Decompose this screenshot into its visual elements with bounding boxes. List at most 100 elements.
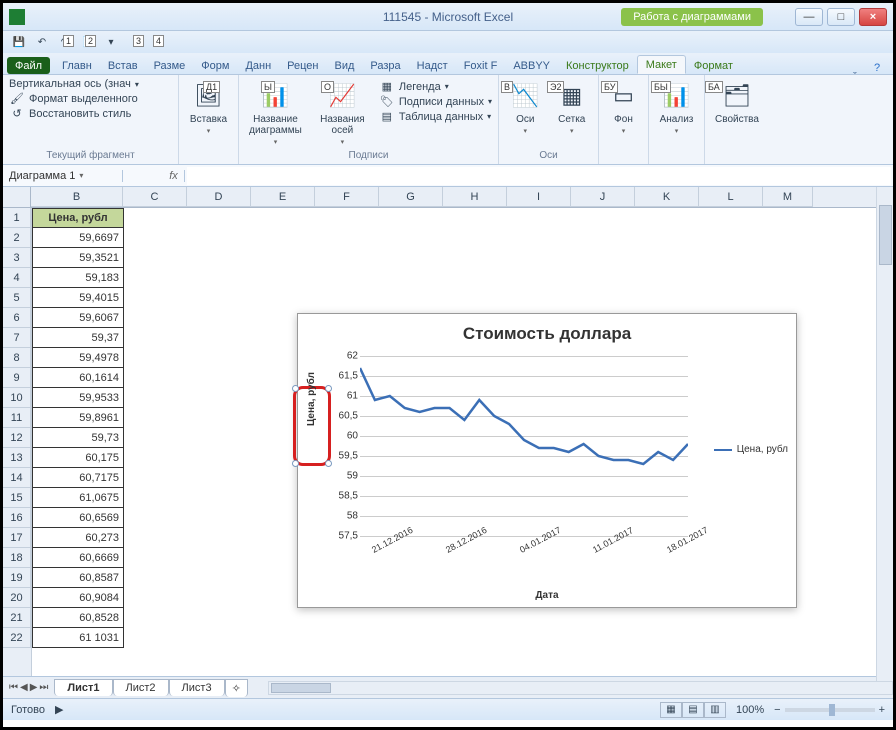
tab-file[interactable]: Файл	[7, 57, 50, 74]
cell[interactable]: 59,3521	[32, 248, 124, 268]
tab-layout[interactable]: Макет	[637, 55, 686, 74]
undo-icon[interactable]: ↶	[32, 33, 52, 51]
new-sheet-button[interactable]: ✧	[225, 679, 248, 697]
column-header[interactable]: E	[251, 187, 315, 207]
zoom-in[interactable]: +	[879, 704, 885, 716]
cell-header[interactable]: Цена, рубл	[32, 208, 124, 228]
horizontal-scrollbar[interactable]	[268, 681, 893, 695]
row-header[interactable]: 20	[3, 588, 31, 608]
row-header[interactable]: 7	[3, 328, 31, 348]
cell[interactable]: 59,183	[32, 268, 124, 288]
tab-abbyy[interactable]: ABBYY	[505, 57, 558, 74]
cell[interactable]: 59,37	[32, 328, 124, 348]
tab-format[interactable]: Формат	[686, 57, 741, 74]
select-all-corner[interactable]	[3, 187, 31, 207]
qat-item[interactable]: ▾	[101, 33, 121, 51]
tab-data[interactable]: Данн	[237, 57, 279, 74]
analysis-button[interactable]: 📊Анализ▾	[655, 78, 698, 135]
row-header[interactable]: 22	[3, 628, 31, 648]
data-table-button[interactable]: ▤Таблица данных ▾	[379, 110, 492, 123]
name-box[interactable]: Диаграмма 1▾	[3, 170, 123, 182]
row-header[interactable]: 6	[3, 308, 31, 328]
column-header[interactable]: I	[507, 187, 571, 207]
macro-record-icon[interactable]: ▶	[55, 703, 63, 716]
tab-formulas[interactable]: Форм	[193, 57, 237, 74]
cell[interactable]: 59,73	[32, 428, 124, 448]
cell[interactable]: 59,6697	[32, 228, 124, 248]
x-axis-label[interactable]: Дата	[298, 590, 796, 601]
column-header[interactable]: M	[763, 187, 813, 207]
tab-home[interactable]: Главн	[54, 57, 100, 74]
cell[interactable]: 60,1614	[32, 368, 124, 388]
zoom-level[interactable]: 100%	[736, 704, 764, 716]
format-selection[interactable]: 🖌Формат выделенного	[9, 92, 139, 105]
sheet-tab[interactable]: Лист3	[169, 679, 225, 696]
data-labels-button[interactable]: 🏷Подписи данных ▾	[379, 95, 492, 108]
qat-item[interactable]: 📄	[78, 33, 98, 51]
minimize-ribbon-icon[interactable]: ˬ	[847, 62, 863, 74]
cell[interactable]: 59,4978	[32, 348, 124, 368]
sheet-nav-last[interactable]: ⏭	[39, 682, 48, 693]
view-normal[interactable]: ▦	[660, 702, 682, 718]
column-header[interactable]: F	[315, 187, 379, 207]
cell[interactable]: 60,9084	[32, 588, 124, 608]
cell[interactable]: 60,175	[32, 448, 124, 468]
row-header[interactable]: 8	[3, 348, 31, 368]
view-pagebreak[interactable]: ▥	[704, 702, 726, 718]
row-header[interactable]: 17	[3, 528, 31, 548]
selection-dropdown[interactable]: Вертикальная ось (знач ▾	[9, 78, 139, 90]
column-header[interactable]: H	[443, 187, 507, 207]
column-header[interactable]: J	[571, 187, 635, 207]
axes-button[interactable]: 📉Оси▾	[505, 78, 546, 135]
row-header[interactable]: 4	[3, 268, 31, 288]
column-header[interactable]: K	[635, 187, 699, 207]
embedded-chart[interactable]: Стоимость доллара Цена, рубл Дата Цена, …	[297, 313, 797, 608]
cell[interactable]: 61,0675	[32, 488, 124, 508]
maximize-button[interactable]: □	[827, 8, 855, 26]
vertical-scrollbar[interactable]	[876, 187, 893, 681]
redo-icon[interactable]: ↷	[55, 33, 75, 51]
chart-title-button[interactable]: 📊 Название диаграммы▾	[245, 78, 306, 146]
chart-legend[interactable]: Цена, рубл	[714, 444, 788, 455]
column-header[interactable]: C	[123, 187, 187, 207]
row-header[interactable]: 13	[3, 448, 31, 468]
tab-view[interactable]: Вид	[327, 57, 363, 74]
cell[interactable]: 60,6569	[32, 508, 124, 528]
row-header[interactable]: 10	[3, 388, 31, 408]
tab-design[interactable]: Конструктор	[558, 57, 637, 74]
sheet-nav-prev[interactable]: ◀	[20, 682, 28, 693]
legend-button[interactable]: ▦Легенда ▾	[379, 80, 492, 93]
row-header[interactable]: 5	[3, 288, 31, 308]
grid[interactable]: 12345678910111213141516171819202122 Стои…	[3, 208, 893, 676]
cell[interactable]: 60,8587	[32, 568, 124, 588]
sheet-tab[interactable]: Лист2	[113, 679, 169, 696]
row-header[interactable]: 19	[3, 568, 31, 588]
chart-title[interactable]: Стоимость доллара	[298, 324, 796, 344]
tab-pagelayout[interactable]: Разме	[146, 57, 194, 74]
insert-button[interactable]: 🖼 Вставка▾	[185, 78, 232, 135]
tab-developer[interactable]: Разра	[362, 57, 408, 74]
row-header[interactable]: 15	[3, 488, 31, 508]
row-header[interactable]: 2	[3, 228, 31, 248]
tab-addins[interactable]: Надст	[409, 57, 456, 74]
cell[interactable]: 60,7175	[32, 468, 124, 488]
row-header[interactable]: 3	[3, 248, 31, 268]
background-button[interactable]: ▭Фон▾	[605, 78, 642, 135]
column-header[interactable]: G	[379, 187, 443, 207]
zoom-out[interactable]: −	[774, 704, 780, 716]
y-axis-label[interactable]: Цена, рубл	[306, 372, 317, 426]
cells[interactable]: Стоимость доллара Цена, рубл Дата Цена, …	[32, 208, 893, 676]
save-icon[interactable]: 💾	[9, 33, 29, 51]
axis-titles-button[interactable]: 📈 Названия осей▾	[312, 78, 373, 146]
row-header[interactable]: 18	[3, 548, 31, 568]
cell[interactable]: 59,8961	[32, 408, 124, 428]
tab-foxit[interactable]: Foxit F	[456, 57, 506, 74]
cell[interactable]: 61 1031	[32, 628, 124, 648]
cell[interactable]: 59,9533	[32, 388, 124, 408]
cell[interactable]: 60,6669	[32, 548, 124, 568]
sheet-tab[interactable]: Лист1	[54, 679, 112, 696]
view-pagelayout[interactable]: ▤	[682, 702, 704, 718]
sheet-nav-next[interactable]: ▶	[30, 682, 38, 693]
column-header[interactable]: L	[699, 187, 763, 207]
gridlines-button[interactable]: ▦Сетка▾	[552, 78, 593, 135]
